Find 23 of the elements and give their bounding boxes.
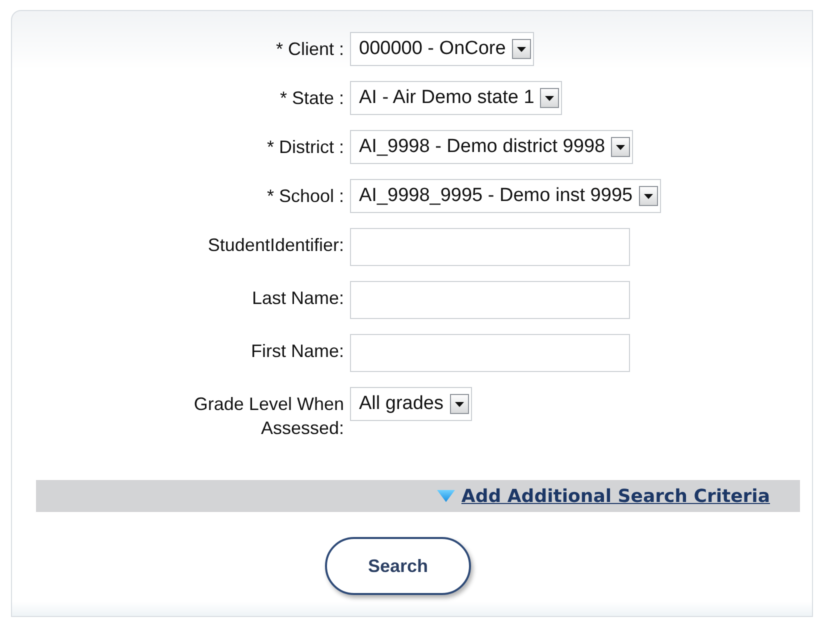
caret-icon bbox=[512, 39, 531, 59]
dropdown[interactable]: All grades bbox=[350, 387, 472, 421]
input-field[interactable] bbox=[350, 281, 630, 319]
caret-icon bbox=[638, 186, 658, 206]
field-label: * School : bbox=[266, 185, 344, 208]
field-label: * District : bbox=[266, 136, 344, 159]
field-label: StudentIdentifier: bbox=[208, 234, 344, 257]
input-field[interactable] bbox=[350, 334, 630, 372]
dropdown[interactable]: AI_9998 - Demo district 9998 bbox=[350, 130, 634, 164]
search-button[interactable]: Search bbox=[325, 537, 471, 595]
dropdown[interactable]: AI - Air Demo state 1 bbox=[350, 81, 562, 115]
add-criteria-link[interactable]: Add Additional Search Criteria bbox=[461, 486, 770, 506]
dropdown[interactable]: 000000 - OnCore bbox=[350, 32, 534, 66]
caret-icon bbox=[450, 394, 468, 414]
field-label: First Name: bbox=[250, 340, 344, 363]
input-field[interactable] bbox=[350, 228, 630, 266]
field-label: Grade Level When Assessed: bbox=[192, 393, 344, 440]
field-label: * Client : bbox=[276, 38, 344, 61]
dropdown[interactable]: AI_9998_9995 - Demo inst 9995 bbox=[350, 179, 661, 213]
caret-icon bbox=[540, 88, 560, 108]
caret-icon bbox=[611, 137, 630, 157]
field-label: Last Name: bbox=[252, 287, 344, 310]
field-label: * State : bbox=[280, 87, 344, 110]
